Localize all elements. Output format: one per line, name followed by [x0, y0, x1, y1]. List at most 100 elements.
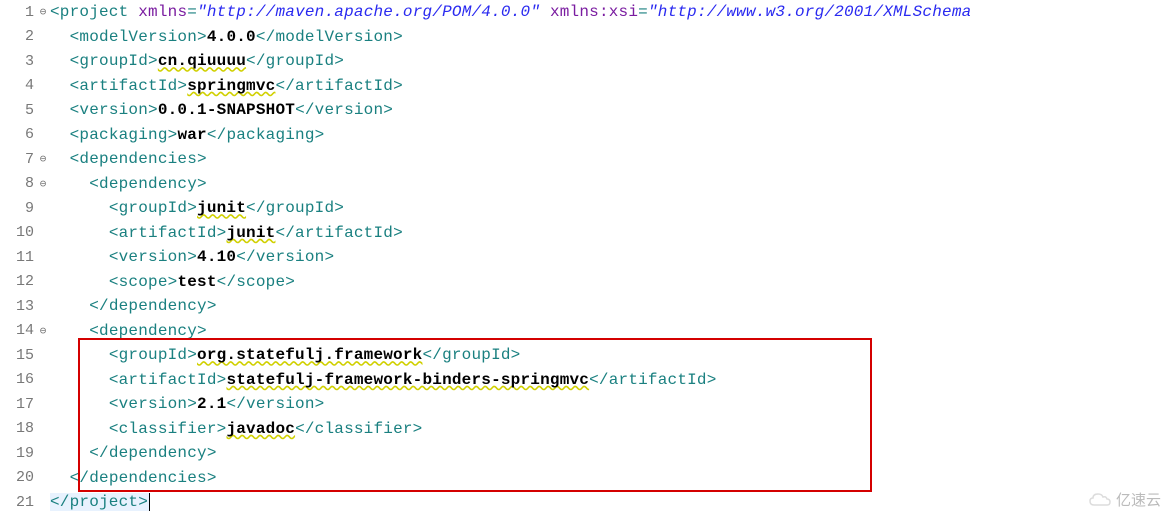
token-tag: <dependencies>: [70, 150, 207, 168]
token-attr-name: xmlns:xsi: [550, 3, 638, 21]
code-line-15[interactable]: 15 <groupId>org.statefulj.framework</gro…: [0, 343, 1169, 368]
token-tag: <groupId>: [109, 199, 197, 217]
code-content[interactable]: <dependencies>: [50, 150, 207, 168]
code-line-10[interactable]: 10 <artifactId>junit</artifactId>: [0, 221, 1169, 246]
code-line-5[interactable]: 5 <version>0.0.1-SNAPSHOT</version>: [0, 98, 1169, 123]
code-content[interactable]: <groupId>junit</groupId>: [50, 199, 344, 217]
code-line-20[interactable]: 20 </dependencies>: [0, 466, 1169, 491]
token-tag: <groupId>: [70, 52, 158, 70]
code-content[interactable]: <artifactId>springmvc</artifactId>: [50, 77, 403, 95]
code-line-9[interactable]: 9 <groupId>junit</groupId>: [0, 196, 1169, 221]
token-attr-val: "http://www.w3.org/2001/XMLSchema: [648, 3, 971, 21]
token-tag: </dependency>: [89, 444, 216, 462]
token-txt-val: 4.10: [197, 248, 236, 266]
line-number: 16: [0, 371, 36, 388]
token-tag: </artifactId>: [275, 77, 402, 95]
token-tag: </project>: [50, 493, 148, 511]
token-tag: <groupId>: [109, 346, 197, 364]
code-content[interactable]: <packaging>war</packaging>: [50, 126, 324, 144]
fold-toggle-icon[interactable]: ⊖: [36, 177, 50, 191]
code-content[interactable]: <version>2.1</version>: [50, 395, 324, 413]
token-squiggle: statefulj-framework-binders-springmvc: [226, 371, 589, 389]
token-tag: </groupId>: [422, 346, 520, 364]
token-tag: <version>: [70, 101, 158, 119]
code-content[interactable]: </dependencies>: [50, 469, 217, 487]
token-tag: </version>: [226, 395, 324, 413]
code-content[interactable]: <dependency>: [50, 175, 207, 193]
token-tag: <dependency>: [89, 322, 207, 340]
line-number: 8: [0, 175, 36, 192]
line-number: 20: [0, 469, 36, 486]
code-line-8[interactable]: 8⊖ <dependency>: [0, 172, 1169, 197]
token-tag: </dependencies>: [70, 469, 217, 487]
code-content[interactable]: <artifactId>junit</artifactId>: [50, 224, 403, 242]
token-tag: </groupId>: [246, 52, 344, 70]
code-content[interactable]: <scope>test</scope>: [50, 273, 295, 291]
line-number: 18: [0, 420, 36, 437]
token-tag: <version>: [109, 248, 197, 266]
line-number: 7: [0, 151, 36, 168]
token-sp: [540, 3, 550, 21]
cloud-icon: [1088, 492, 1112, 508]
code-content[interactable]: <classifier>javadoc</classifier>: [50, 420, 422, 438]
code-line-19[interactable]: 19 </dependency>: [0, 441, 1169, 466]
line-number: 9: [0, 200, 36, 217]
token-squiggle: junit: [197, 199, 246, 217]
watermark-text: 亿速云: [1116, 489, 1161, 510]
token-squiggle: javadoc: [226, 420, 295, 438]
code-content[interactable]: <artifactId>statefulj-framework-binders-…: [50, 371, 717, 389]
fold-toggle-icon[interactable]: ⊖: [36, 152, 50, 166]
code-line-13[interactable]: 13 </dependency>: [0, 294, 1169, 319]
token-squiggle: springmvc: [187, 77, 275, 95]
code-content[interactable]: <version>0.0.1-SNAPSHOT</version>: [50, 101, 393, 119]
fold-toggle-icon[interactable]: ⊖: [36, 5, 50, 19]
token-tag: </artifactId>: [589, 371, 716, 389]
token-txt-val: test: [177, 273, 216, 291]
line-number: 5: [0, 102, 36, 119]
token-squiggle: junit: [226, 224, 275, 242]
code-line-2[interactable]: 2 <modelVersion>4.0.0</modelVersion>: [0, 25, 1169, 50]
code-content[interactable]: <modelVersion>4.0.0</modelVersion>: [50, 28, 403, 46]
token-tag: =: [187, 3, 197, 21]
code-content[interactable]: <groupId>cn.qiuuuu</groupId>: [50, 52, 344, 70]
token-squiggle: cn.qiuuuu: [158, 52, 246, 70]
code-line-16[interactable]: 16 <artifactId>statefulj-framework-binde…: [0, 368, 1169, 393]
code-content[interactable]: </dependency>: [50, 444, 217, 462]
code-line-6[interactable]: 6 <packaging>war</packaging>: [0, 123, 1169, 148]
token-tag: <artifactId>: [109, 224, 227, 242]
code-line-17[interactable]: 17 <version>2.1</version>: [0, 392, 1169, 417]
code-line-18[interactable]: 18 <classifier>javadoc</classifier>: [0, 417, 1169, 442]
token-tag: <classifier>: [109, 420, 227, 438]
code-line-14[interactable]: 14⊖ <dependency>: [0, 319, 1169, 344]
token-tag: <packaging>: [70, 126, 178, 144]
token-tag: =: [638, 3, 648, 21]
code-line-1[interactable]: 1⊖<project xmlns="http://maven.apache.or…: [0, 0, 1169, 25]
code-content[interactable]: <groupId>org.statefulj.framework</groupI…: [50, 346, 520, 364]
code-content[interactable]: <dependency>: [50, 322, 207, 340]
watermark: 亿速云: [1088, 489, 1161, 510]
code-content[interactable]: </dependency>: [50, 297, 217, 315]
code-line-21[interactable]: 21</project>: [0, 490, 1169, 515]
token-txt-val: 2.1: [197, 395, 226, 413]
token-txt-val: war: [177, 126, 206, 144]
token-tag: <project: [50, 3, 128, 21]
code-editor[interactable]: 1⊖<project xmlns="http://maven.apache.or…: [0, 0, 1169, 515]
code-line-11[interactable]: 11 <version>4.10</version>: [0, 245, 1169, 270]
fold-toggle-icon[interactable]: ⊖: [36, 324, 50, 338]
line-number: 2: [0, 28, 36, 45]
line-number: 1: [0, 4, 36, 21]
code-line-3[interactable]: 3 <groupId>cn.qiuuuu</groupId>: [0, 49, 1169, 74]
token-tag: <dependency>: [89, 175, 207, 193]
token-tag: </version>: [236, 248, 334, 266]
line-number: 12: [0, 273, 36, 290]
code-line-12[interactable]: 12 <scope>test</scope>: [0, 270, 1169, 295]
text-cursor: [149, 493, 150, 511]
code-content[interactable]: <project xmlns="http://maven.apache.org/…: [50, 3, 971, 21]
code-line-7[interactable]: 7⊖ <dependencies>: [0, 147, 1169, 172]
code-content[interactable]: </project>: [50, 493, 150, 511]
code-line-4[interactable]: 4 <artifactId>springmvc</artifactId>: [0, 74, 1169, 99]
code-content[interactable]: <version>4.10</version>: [50, 248, 334, 266]
line-number: 14: [0, 322, 36, 339]
line-number: 3: [0, 53, 36, 70]
token-tag: </scope>: [217, 273, 295, 291]
